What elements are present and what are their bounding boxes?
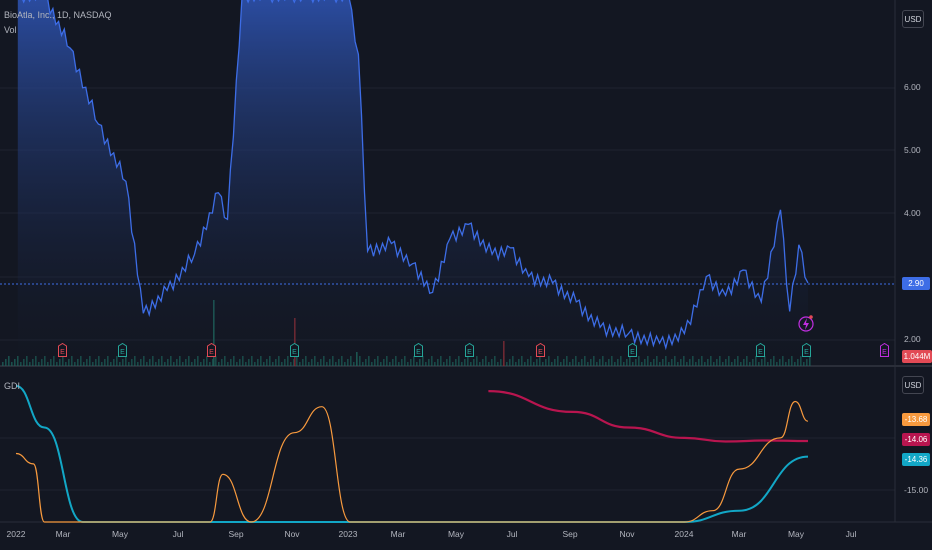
earnings-marker[interactable]: E: [290, 342, 299, 357]
time-label: Nov: [619, 529, 635, 539]
earnings-letter: E: [209, 349, 214, 356]
time-label: May: [111, 529, 129, 539]
earnings-letter: E: [882, 349, 887, 356]
time-label: Jul: [845, 529, 857, 539]
price-tick: 4.00: [904, 208, 921, 218]
time-label: Mar: [390, 529, 406, 539]
earnings-marker[interactable]: E: [207, 342, 216, 357]
gdi-orange-tag: -13.68: [902, 413, 930, 426]
gdi-orange-line: [15, 400, 809, 523]
currency-button-top[interactable]: USD: [902, 10, 924, 28]
volume-bar: [8, 356, 10, 366]
event-marker-purple[interactable]: E: [880, 342, 889, 357]
time-label: Sep: [562, 529, 578, 539]
earnings-marker[interactable]: E: [118, 342, 127, 357]
earnings-letter: E: [120, 349, 125, 356]
gdi-gridlines: [0, 437, 895, 491]
volume-tag: 1.044M: [902, 350, 932, 363]
currency-button-bottom[interactable]: USD: [902, 376, 924, 394]
time-label: May: [787, 529, 805, 539]
time-label: 2022: [6, 529, 26, 539]
earnings-letter: E: [758, 349, 763, 356]
time-label: Mar: [55, 529, 71, 539]
chart-canvas[interactable]: [0, 0, 932, 550]
earnings-marker[interactable]: E: [628, 342, 637, 357]
time-label: Jul: [172, 529, 184, 539]
time-label: Mar: [731, 529, 747, 539]
gdi-tick: -15.00: [904, 485, 929, 495]
last-price-tag: 2.90: [902, 277, 930, 290]
volume-bar: [14, 359, 16, 366]
volume-legend[interactable]: Vol: [4, 25, 17, 35]
price-tick: 5.00: [904, 145, 921, 155]
symbol-legend[interactable]: BioAtla, Inc., 1D, NASDAQ: [4, 10, 112, 20]
price-tick: 6.00: [904, 82, 921, 92]
gdi-cyan-tag: -14.36: [902, 453, 930, 466]
earnings-marker[interactable]: E: [414, 342, 423, 357]
gdi-crimson-line: [488, 390, 809, 443]
volume-bar: [11, 362, 13, 366]
earnings-marker[interactable]: E: [465, 342, 474, 357]
gdi-legend[interactable]: GDI: [4, 381, 20, 391]
earnings-marker[interactable]: E: [58, 342, 67, 357]
price-area-fill: [17, 0, 808, 365]
volume-bar: [809, 356, 811, 366]
gdi-cyan-line: [15, 384, 809, 524]
earnings-marker[interactable]: E: [756, 342, 765, 357]
earnings-letter: E: [804, 349, 809, 356]
time-label: 2023: [338, 529, 358, 539]
time-label: Sep: [228, 529, 244, 539]
earnings-letter: E: [292, 349, 297, 356]
time-label: May: [447, 529, 465, 539]
volume-bar: [2, 362, 4, 366]
time-label: Nov: [284, 529, 300, 539]
earnings-letter: E: [538, 349, 543, 356]
earnings-letter: E: [630, 349, 635, 356]
gdi-crimson-tag: -14.06: [902, 433, 930, 446]
time-label: Jul: [506, 529, 518, 539]
volume-bar: [5, 359, 7, 366]
time-label: 2024: [674, 529, 694, 539]
price-tick: 2.00: [904, 334, 921, 344]
earnings-letter: E: [416, 349, 421, 356]
earnings-marker[interactable]: E: [536, 342, 545, 357]
earnings-marker[interactable]: E: [802, 342, 811, 357]
earnings-letter: E: [467, 349, 472, 356]
earnings-letter: E: [60, 349, 65, 356]
